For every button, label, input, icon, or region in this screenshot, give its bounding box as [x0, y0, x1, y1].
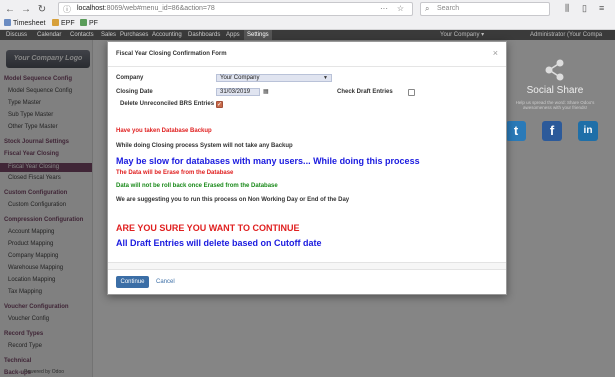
delete-unreconciled-checkbox[interactable]: ✓: [216, 101, 223, 108]
url-bar[interactable]: ⓘ localhost:8069/web#menu_id=86&action=7…: [58, 2, 413, 16]
pf-icon: [80, 19, 87, 26]
menu-dashboards[interactable]: Dashboards: [188, 30, 220, 40]
bookmark-epf[interactable]: EPF: [52, 18, 75, 29]
chevron-down-icon: ▼: [323, 75, 328, 81]
epf-icon: [52, 19, 59, 26]
dialog-footer-separator: [108, 262, 506, 270]
facebook-icon[interactable]: f: [542, 121, 562, 141]
search-placeholder: Search: [437, 5, 460, 12]
globe-icon: [4, 19, 11, 26]
company-value: Your Company: [220, 75, 260, 81]
warning-message: While doing Closing process System will …: [116, 143, 293, 149]
confirmation-dialog: Fiscal Year Closing Confirmation Form × …: [107, 41, 507, 295]
share-icon: [545, 59, 564, 81]
company-select[interactable]: Your Company ▼: [216, 74, 332, 82]
forward-icon[interactable]: →: [20, 4, 32, 16]
check-draft-label: Check Draft Entries: [337, 89, 393, 95]
page-actions-icon[interactable]: ···: [380, 3, 388, 15]
menu-calendar[interactable]: Calendar: [37, 30, 61, 40]
library-icon[interactable]: ⫼: [565, 3, 569, 14]
user-menu[interactable]: Administrator (Your Compa: [530, 30, 602, 40]
calendar-icon[interactable]: ▦: [263, 88, 269, 95]
closing-date-label: Closing Date: [116, 89, 153, 95]
info-icon[interactable]: ⓘ: [63, 4, 71, 16]
company-switcher[interactable]: Your Company ▾: [440, 30, 484, 40]
menu-accounting[interactable]: Accounting: [152, 30, 182, 40]
closing-date-value: 31/03/2019: [220, 89, 251, 95]
menu-contacts[interactable]: Contacts: [70, 30, 94, 40]
warning-message: ARE YOU SURE YOU WANT TO CONTINUE: [116, 223, 300, 233]
warning-message: The Data will be Erase from the Database: [116, 170, 234, 176]
share-title: Social Share: [526, 85, 584, 96]
continue-button[interactable]: Continue: [116, 276, 149, 288]
menu-purchases[interactable]: Purchases: [120, 30, 148, 40]
url-path: :8069/web#menu_id=86&action=78: [104, 5, 215, 12]
company-label: Company: [116, 75, 144, 81]
menu-sales[interactable]: Sales: [101, 30, 116, 40]
browser-toolbar: ← → ↻ ⓘ localhost:8069/web#menu_id=86&ac…: [0, 0, 615, 30]
share-text: Help us spread the word: Share Odoo's aw…: [515, 100, 595, 110]
back-icon[interactable]: ←: [4, 4, 16, 16]
warning-message: May be slow for databases with many user…: [116, 156, 420, 166]
linkedin-icon[interactable]: in: [578, 121, 598, 141]
closing-date-field[interactable]: 31/03/2019: [216, 88, 260, 96]
dialog-title: Fiscal Year Closing Confirmation Form: [116, 51, 227, 57]
url-host: localhost: [77, 5, 105, 12]
warning-message: We are suggesting you to run this proces…: [116, 197, 350, 203]
bookmark-label: Timesheet: [13, 20, 46, 27]
warning-message: Data will not be roll back once Erased f…: [116, 183, 278, 189]
menu-settings[interactable]: Settings: [244, 30, 272, 40]
check-draft-checkbox[interactable]: [408, 89, 415, 96]
menu-apps[interactable]: Apps: [226, 30, 240, 40]
warning-message: Have you taken Database Backup: [116, 128, 212, 134]
warning-message: All Draft Entries will delete based on C…: [116, 238, 322, 248]
close-icon[interactable]: ×: [493, 48, 498, 58]
bookmark-star-icon[interactable]: ☆: [397, 3, 404, 15]
reload-icon[interactable]: ↻: [36, 4, 48, 16]
bookmark-pf[interactable]: PF: [80, 18, 98, 29]
delete-unreconciled-label: Delete Unreconciled BRS Entries: [120, 101, 215, 107]
menu-icon[interactable]: ≡: [599, 3, 604, 13]
menu-discuss[interactable]: Discuss: [6, 30, 27, 40]
cancel-button[interactable]: Cancel: [156, 276, 175, 288]
social-share-panel: Social Share Help us spread the word: Sh…: [500, 55, 610, 155]
bookmark-label: EPF: [61, 20, 75, 27]
dialog-header: Fiscal Year Closing Confirmation Form ×: [108, 42, 506, 67]
search-icon: ⌕: [425, 4, 430, 13]
main-menu-bar: Discuss Calendar Contacts Sales Purchase…: [0, 30, 615, 40]
bookmarks-bar: Timesheet EPF PF: [0, 18, 615, 29]
bookmark-timesheet[interactable]: Timesheet: [4, 18, 45, 29]
sidebar-toggle-icon[interactable]: ▯: [582, 3, 587, 14]
twitter-icon[interactable]: t: [506, 121, 526, 141]
bookmark-label: PF: [89, 20, 98, 27]
search-input[interactable]: ⌕ Search: [420, 2, 550, 16]
